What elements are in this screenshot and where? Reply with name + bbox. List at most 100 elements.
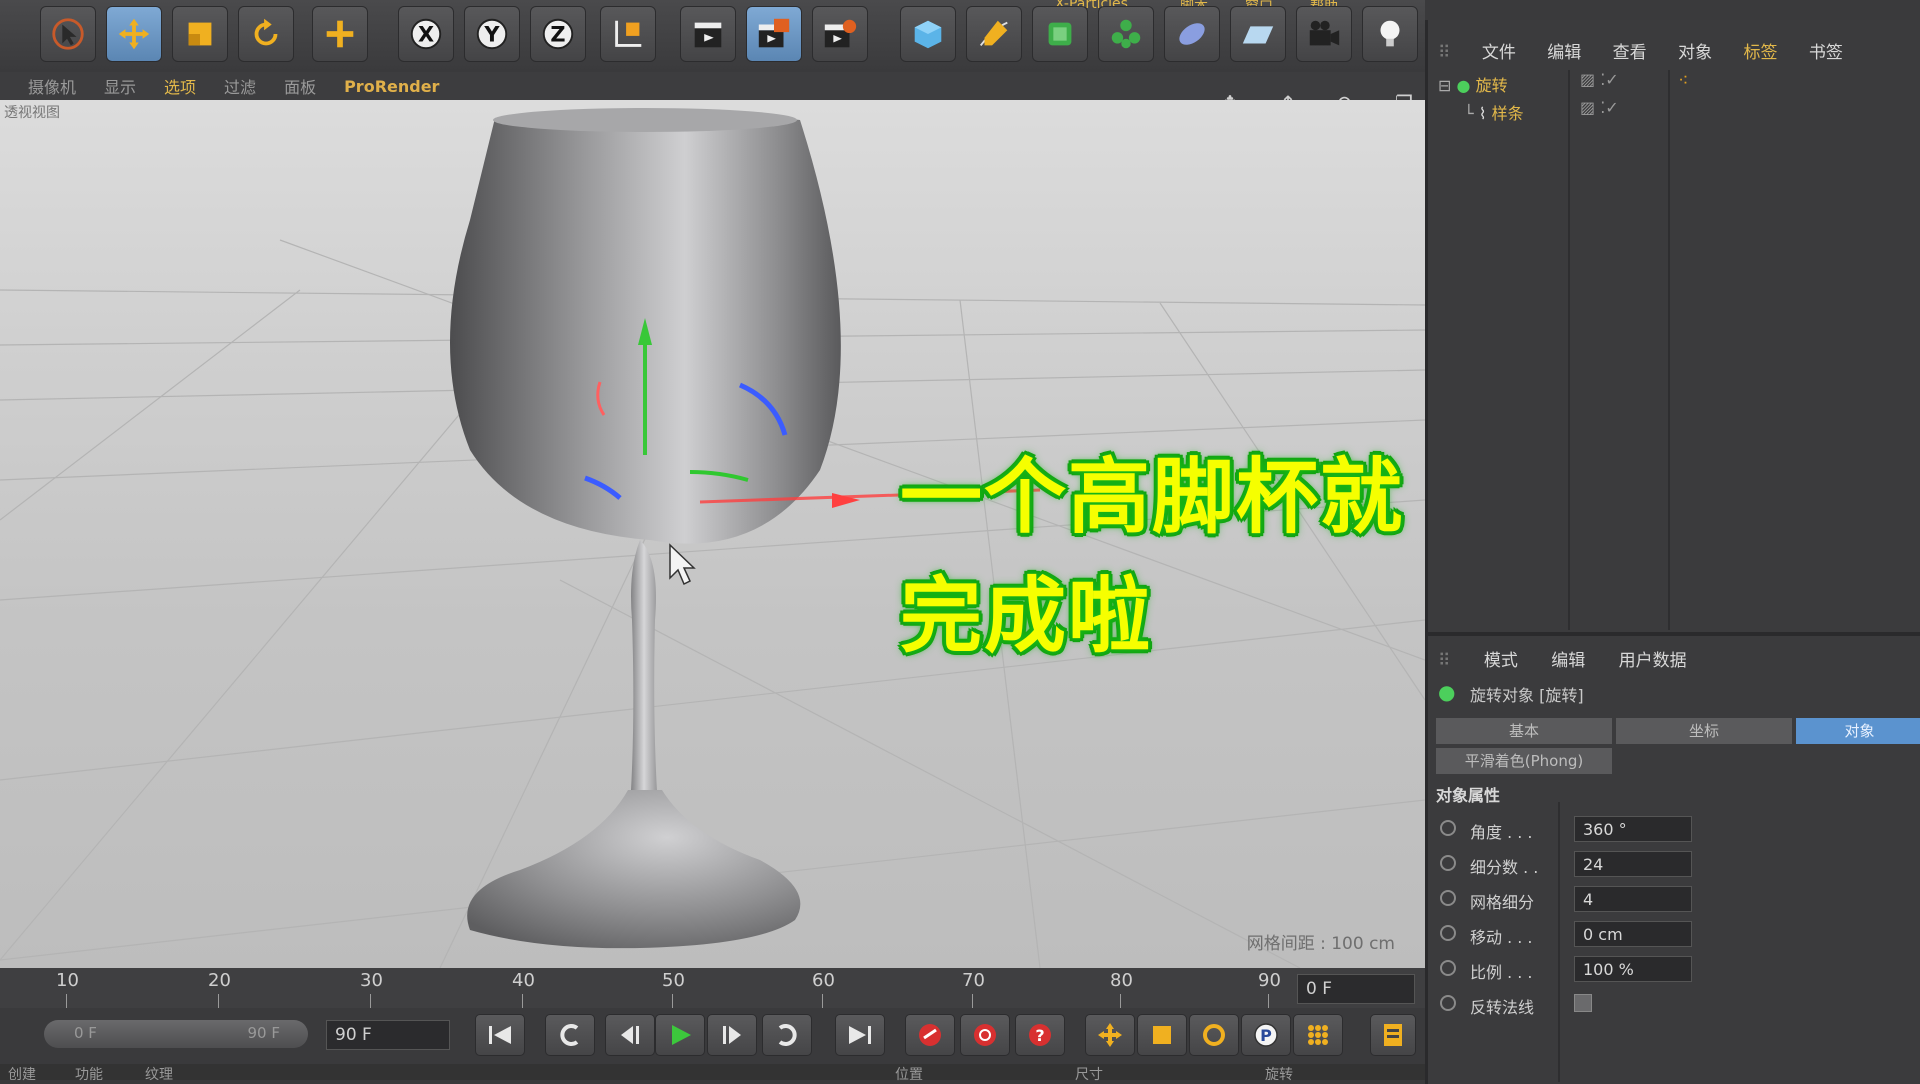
camera-button[interactable] <box>1296 6 1352 62</box>
viewport-menu-options[interactable]: 选项 <box>164 74 196 98</box>
am-menu-mode[interactable]: 模式 <box>1484 651 1518 671</box>
animate-radio[interactable] <box>1440 960 1456 976</box>
current-frame-field[interactable]: 0 F <box>1297 974 1415 1004</box>
light-button[interactable] <box>1362 6 1418 62</box>
cube-primitive-button[interactable] <box>900 6 956 62</box>
play-button[interactable] <box>655 1014 705 1056</box>
timeline-ruler[interactable]: 10 20 30 40 50 60 70 80 90 0 F <box>0 968 1425 1008</box>
viewport-menu-filter[interactable]: 过滤 <box>224 74 256 98</box>
lathe-object-icon: ● <box>1456 76 1471 95</box>
visibility-toggle-icon[interactable]: ▨ ⁚✓ <box>1580 98 1619 117</box>
scale-tool-button[interactable] <box>172 6 228 62</box>
x-axis-lock-button[interactable]: X <box>398 6 454 62</box>
reverse-normals-checkbox[interactable] <box>1574 994 1592 1012</box>
end-frame-field[interactable]: 90 F <box>326 1020 450 1050</box>
tab-object[interactable]: 对象 <box>1796 718 1920 744</box>
deformer-button[interactable] <box>1164 6 1220 62</box>
animate-radio[interactable] <box>1440 820 1456 836</box>
grip-icon[interactable]: ⠿ <box>1438 43 1450 63</box>
add-tool-button[interactable] <box>312 6 368 62</box>
record-key-icon <box>919 1024 941 1046</box>
tab-position[interactable]: 位置 <box>895 1064 923 1084</box>
timeline-window-button[interactable] <box>1370 1014 1416 1056</box>
rotate-tool-button[interactable] <box>238 6 294 62</box>
animate-radio[interactable] <box>1440 855 1456 871</box>
om-menu-tags[interactable]: 标签 <box>1743 43 1777 63</box>
tab-size[interactable]: 尺寸 <box>1075 1064 1103 1084</box>
coordinate-system-button[interactable] <box>600 6 656 62</box>
record-keys-button[interactable] <box>905 1014 955 1056</box>
spline-pen-button[interactable] <box>966 6 1022 62</box>
isoparm-field[interactable]: 4 <box>1574 886 1692 912</box>
visibility-toggle-icon[interactable]: ▨ ⁚✓ <box>1580 70 1619 89</box>
object-manager-menu: ⠿ 文件 编辑 查看 对象 标签 书签 <box>1438 38 1869 63</box>
animate-radio[interactable] <box>1440 925 1456 941</box>
select-tool-button[interactable] <box>40 6 96 62</box>
om-menu-edit[interactable]: 编辑 <box>1547 43 1581 63</box>
z-axis-lock-button[interactable]: Z <box>530 6 586 62</box>
pen-icon <box>979 20 1008 46</box>
angle-field[interactable]: 360 ° <box>1574 816 1692 842</box>
object-row-spline[interactable]: └ ⌇ 样条 <box>1464 100 1524 124</box>
viewport-menu-prorender[interactable]: ProRender <box>344 77 439 96</box>
cloner-button[interactable] <box>1098 6 1154 62</box>
timeline-tick: 50 <box>662 970 685 991</box>
subdivision-field[interactable]: 24 <box>1574 851 1692 877</box>
autokey-button[interactable] <box>960 1014 1010 1056</box>
tab-rotation[interactable]: 旋转 <box>1265 1064 1293 1084</box>
am-menu-edit[interactable]: 编辑 <box>1551 651 1585 671</box>
tab-basic[interactable]: 基本 <box>1436 718 1612 744</box>
key-scale-button[interactable] <box>1137 1014 1187 1056</box>
previous-key-button[interactable] <box>545 1014 595 1056</box>
keyframe-selection-button[interactable]: ? <box>1015 1014 1065 1056</box>
svg-text:?: ? <box>1035 1026 1044 1045</box>
key-point-level-button[interactable] <box>1293 1014 1343 1056</box>
om-menu-file[interactable]: 文件 <box>1482 43 1516 63</box>
svg-text:Y: Y <box>483 23 500 47</box>
animate-radio[interactable] <box>1440 995 1456 1011</box>
y-axis-lock-button[interactable]: Y <box>464 6 520 62</box>
tab-coordinates[interactable]: 坐标 <box>1616 718 1792 744</box>
scaling-field[interactable]: 100 % <box>1574 956 1692 982</box>
tag-phong-icon[interactable]: ⁖ <box>1678 70 1689 91</box>
viewport-menu-panel[interactable]: 面板 <box>284 74 316 98</box>
move-tool-button[interactable] <box>106 6 162 62</box>
timeline-icon <box>1384 1024 1402 1046</box>
tab-phong[interactable]: 平滑着色(Phong) <box>1436 748 1612 774</box>
floor-button[interactable] <box>1230 6 1286 62</box>
om-menu-bookmarks[interactable]: 书签 <box>1809 43 1843 63</box>
tree-collapse-icon[interactable]: ⊟ <box>1438 76 1451 95</box>
render-view-button[interactable] <box>680 6 736 62</box>
autokey-icon <box>974 1024 996 1046</box>
frame-range-slider[interactable]: 0 F 90 F <box>44 1020 308 1048</box>
key-parameter-button[interactable]: P <box>1241 1014 1291 1056</box>
object-row-lathe[interactable]: ⊟ ● 旋转 <box>1438 72 1508 96</box>
subdivision-surface-button[interactable] <box>1032 6 1088 62</box>
move-arrows-icon <box>1098 1023 1122 1047</box>
go-to-start-button[interactable] <box>475 1014 525 1056</box>
grip-icon[interactable]: ⠿ <box>1438 651 1450 671</box>
viewport-menu-camera[interactable]: 摄像机 <box>28 74 76 98</box>
previous-frame-button[interactable] <box>605 1014 655 1056</box>
viewport-menu-display[interactable]: 显示 <box>104 74 136 98</box>
next-key-button[interactable] <box>762 1014 812 1056</box>
om-menu-view[interactable]: 查看 <box>1613 43 1647 63</box>
om-menu-object[interactable]: 对象 <box>1678 43 1712 63</box>
tab-function[interactable]: 功能 <box>75 1064 103 1084</box>
tab-texture[interactable]: 纹理 <box>145 1064 173 1084</box>
tab-create[interactable]: 创建 <box>8 1064 36 1084</box>
go-to-end-button[interactable] <box>835 1014 885 1056</box>
3d-viewport[interactable]: 透视视图 一个高脚杯就完成啦 网格间距: 100 cm <box>0 100 1425 968</box>
next-frame-button[interactable] <box>707 1014 757 1056</box>
render-settings-button[interactable] <box>812 6 868 62</box>
render-to-picture-viewer-button[interactable] <box>746 6 802 62</box>
am-menu-user-data[interactable]: 用户数据 <box>1619 651 1687 671</box>
timeline-tick: 30 <box>360 970 383 991</box>
mouse-cursor-icon <box>669 543 696 586</box>
property-angle: 角度 . . . 360 ° <box>1436 814 1916 844</box>
object-name: 样条 <box>1491 104 1524 123</box>
animate-radio[interactable] <box>1440 890 1456 906</box>
key-position-button[interactable] <box>1085 1014 1135 1056</box>
key-rotation-button[interactable] <box>1189 1014 1239 1056</box>
movement-field[interactable]: 0 cm <box>1574 921 1692 947</box>
